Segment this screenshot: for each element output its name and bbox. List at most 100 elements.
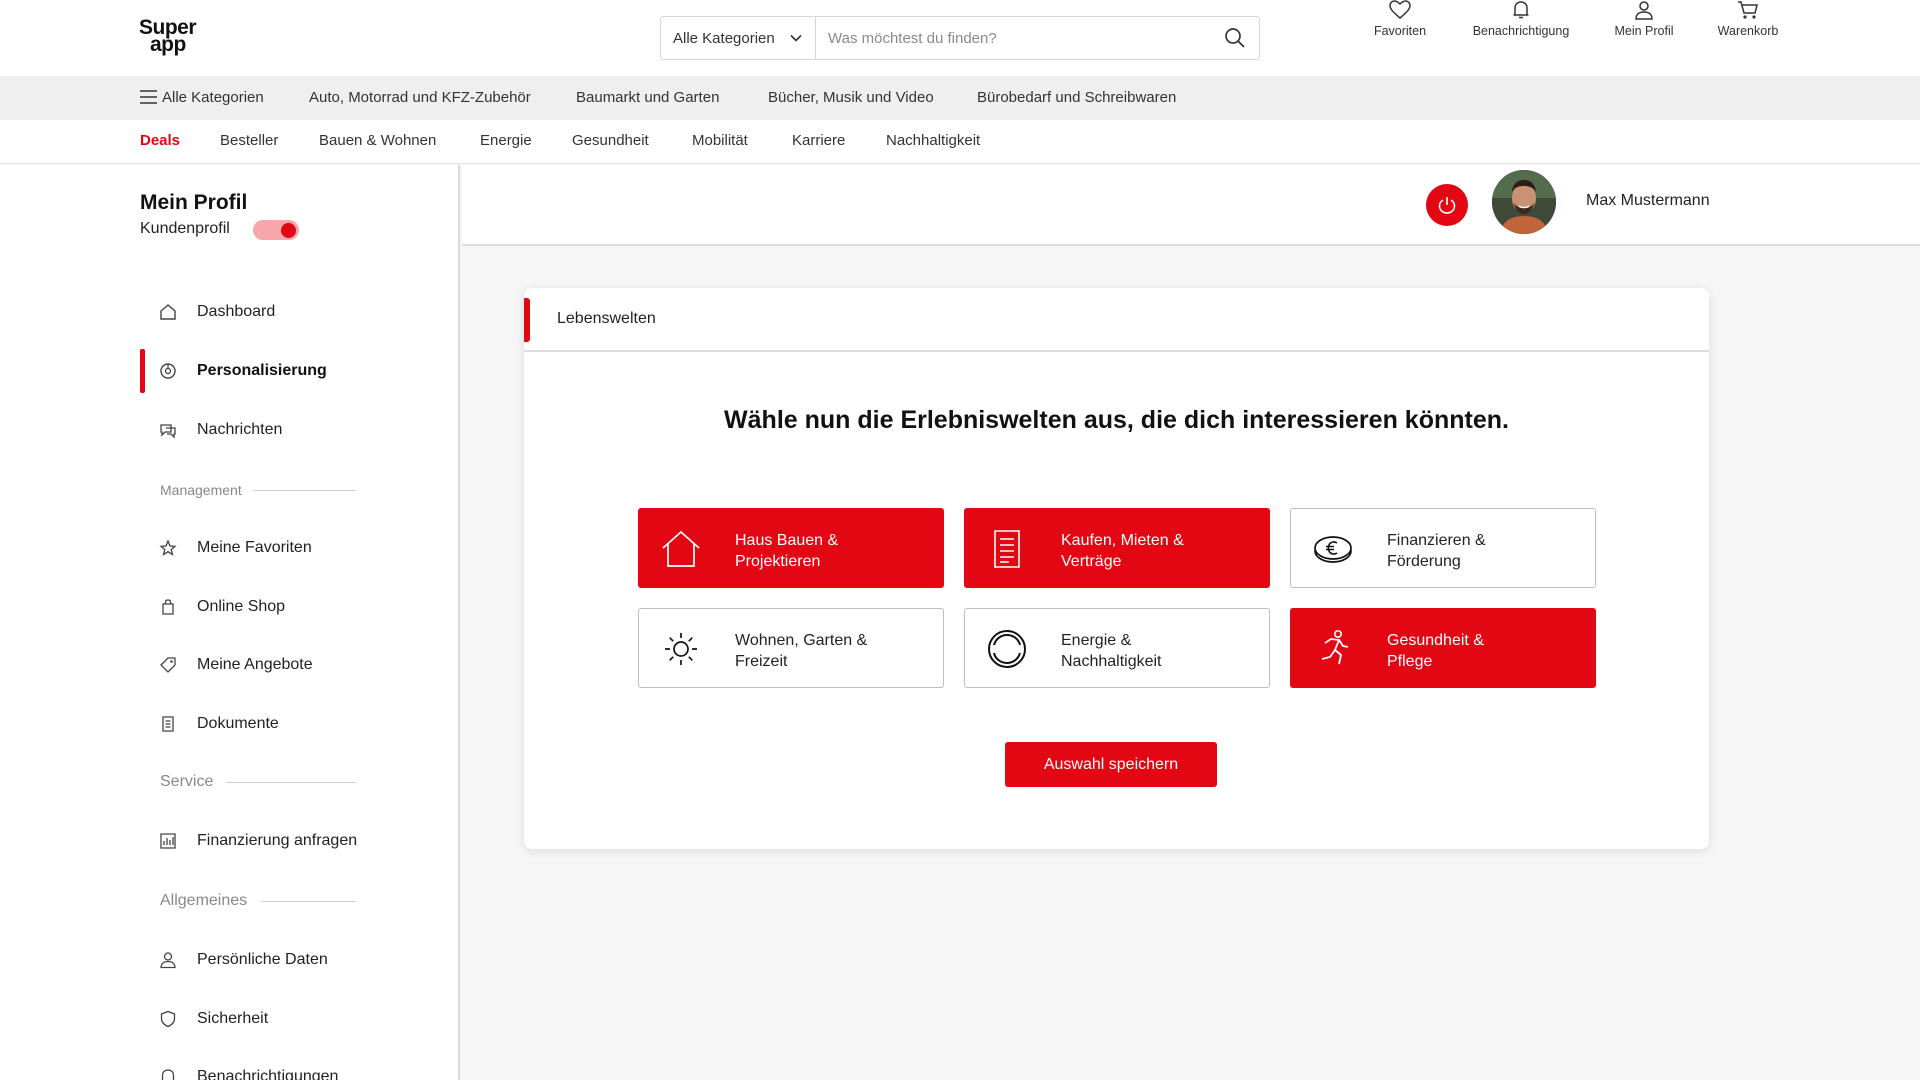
sidebar-title: Mein Profil [140, 191, 248, 214]
hamburger-menu-icon [140, 90, 157, 104]
sidebar-item-meine-angebote[interactable]: Meine Angebote [0, 643, 458, 687]
tile-haus-bauen-projektieren[interactable]: Haus Bauen & Projektieren [638, 508, 944, 588]
all-categories-label: Alle Kategorien [162, 89, 264, 106]
logout-button[interactable] [1426, 184, 1468, 226]
category-bar: Alle Kategorien Auto, Motorrad und KFZ-Z… [0, 76, 1920, 120]
bell-icon [161, 1069, 175, 1080]
sidebar-item-personalisierung[interactable]: Personalisierung [0, 349, 458, 393]
cart-label: Warenkorb [1717, 24, 1779, 38]
tag-icon [160, 657, 176, 673]
contract-icon [994, 530, 1020, 568]
sidebar-item-benachrichtigungen[interactable]: Benachrichtigungen [0, 1055, 458, 1080]
search-input[interactable] [816, 17, 1211, 59]
euro-coin-icon [1314, 536, 1352, 563]
category-link-baumarkt[interactable]: Baumarkt und Garten [576, 89, 719, 106]
tile-label: Finanzieren & Förderung [1387, 532, 1486, 570]
sub-navigation: Deals Besteller Bauen & Wohnen Energie G… [0, 120, 1920, 164]
tile-wohnen-garten-freizeit[interactable]: Wohnen, Garten & Freizeit [638, 608, 944, 688]
tile-finanzieren-foerderung[interactable]: Finanzieren & Förderung [1290, 508, 1596, 588]
messages-icon [160, 424, 176, 439]
sidebar-item-label: Personalisierung [197, 362, 327, 379]
search-icon [1225, 28, 1245, 48]
sidebar-item-online-shop[interactable]: Online Shop [0, 585, 458, 629]
card-headline: Wähle nun die Erlebniswelten aus, die di… [724, 406, 1509, 434]
tile-gesundheit-pflege[interactable]: Gesundheit & Pflege [1290, 608, 1596, 688]
section-label-allgemeines: Allgemeines [160, 892, 248, 909]
lebenswelten-card: Lebenswelten Wähle nun die Erlebniswelte… [524, 288, 1709, 849]
house-icon [662, 530, 700, 567]
personalization-icon [160, 363, 176, 379]
subnav-energie[interactable]: Energie [480, 132, 532, 149]
logo[interactable]: Super app [139, 17, 199, 55]
sidebar-item-finanzierung-anfragen[interactable]: Finanzierung anfragen [0, 819, 458, 863]
sidebar-item-sicherheit[interactable]: Sicherheit [0, 997, 458, 1041]
sidebar-item-label: Persönliche Daten [197, 951, 328, 968]
chart-icon [160, 833, 176, 849]
section-divider [226, 782, 356, 783]
power-icon [1438, 197, 1456, 214]
sidebar-item-label: Nachrichten [197, 421, 283, 438]
runner-icon [1321, 629, 1349, 665]
bell-icon [1513, 1, 1529, 19]
home-icon [160, 304, 176, 320]
tile-label: Wohnen, Garten & Freizeit [735, 632, 868, 670]
user-portrait-image [1492, 170, 1556, 234]
sidebar-subtitle: Kundenprofil [140, 220, 230, 237]
user-icon [1635, 1, 1653, 20]
tile-energie-nachhaltigkeit[interactable]: Energie & Nachhaltigkeit [964, 608, 1270, 688]
main-header: Max Mustermann [462, 165, 1920, 246]
sidebar-item-label: Dokumente [197, 715, 279, 732]
search-category-select[interactable]: Alle Kategorien [661, 17, 816, 59]
customer-profile-toggle[interactable] [253, 220, 299, 240]
star-icon [159, 539, 177, 556]
subnav-nachhaltigkeit[interactable]: Nachhaltigkeit [886, 132, 980, 149]
subnav-besteller[interactable]: Besteller [220, 132, 278, 149]
card-header: Lebenswelten [524, 288, 1709, 352]
sidebar-item-nachrichten[interactable]: Nachrichten [0, 408, 458, 452]
subnav-karriere[interactable]: Karriere [792, 132, 845, 149]
user-icon [160, 952, 176, 969]
top-bar: Super app Alle Kategorien Favoriten Bena… [0, 0, 1920, 76]
notifications-button[interactable]: Benachrichtigung [1466, 0, 1576, 38]
search-bar: Alle Kategorien [660, 16, 1260, 60]
favorites-label: Favoriten [1373, 24, 1427, 38]
tile-label: Gesundheit & Pflege [1387, 632, 1484, 670]
notifications-label: Benachrichtigung [1472, 24, 1570, 38]
chevron-down-icon [790, 34, 802, 42]
subnav-deals[interactable]: Deals [140, 132, 180, 149]
favorites-button[interactable]: Favoriten [1345, 0, 1455, 38]
avatar[interactable] [1492, 170, 1556, 234]
subnav-bauen-wohnen[interactable]: Bauen & Wohnen [319, 132, 436, 149]
cart-button[interactable]: Warenkorb [1693, 0, 1803, 38]
category-link-buerobedarf[interactable]: Bürobedarf und Schreibwaren [977, 89, 1176, 106]
toggle-knob [281, 223, 296, 238]
search-category-label: Alle Kategorien [673, 29, 775, 47]
category-link-buecher[interactable]: Bücher, Musik und Video [768, 89, 934, 106]
document-icon [162, 716, 174, 732]
card-title: Lebenswelten [557, 310, 656, 327]
sidebar-item-meine-favoriten[interactable]: Meine Favoriten [0, 526, 458, 570]
tile-label: Haus Bauen & Projektieren [735, 532, 839, 570]
my-profile-button[interactable]: Mein Profil [1589, 0, 1699, 38]
search-button[interactable] [1211, 17, 1259, 59]
sidebar-item-persoenliche-daten[interactable]: Persönliche Daten [0, 938, 458, 982]
energy-cycle-icon [988, 630, 1026, 668]
sidebar-item-label: Online Shop [197, 598, 286, 615]
tile-kaufen-mieten-vertraege[interactable]: Kaufen, Mieten & Verträge [964, 508, 1270, 588]
save-selection-button[interactable]: Auswahl speichern [1005, 742, 1217, 787]
section-label-service: Service [160, 773, 214, 790]
sidebar-item-label: Benachrichtigungen [197, 1068, 339, 1080]
all-categories-menu[interactable]: Alle Kategorien [140, 89, 264, 106]
section-divider [261, 901, 356, 902]
sidebar-item-dashboard[interactable]: Dashboard [0, 290, 458, 334]
my-profile-label: Mein Profil [1614, 24, 1674, 38]
sidebar-item-label: Sicherheit [197, 1010, 269, 1027]
sidebar: Mein Profil Kundenprofil Dashboard Perso… [0, 165, 460, 1080]
category-link-auto[interactable]: Auto, Motorrad und KFZ-Zubehör [309, 89, 531, 106]
subnav-mobilitaet[interactable]: Mobilität [692, 132, 748, 149]
subnav-gesundheit[interactable]: Gesundheit [572, 132, 649, 149]
sidebar-item-dokumente[interactable]: Dokumente [0, 702, 458, 746]
heart-icon [1389, 0, 1411, 19]
user-name: Max Mustermann [1586, 192, 1710, 209]
sun-icon [665, 633, 697, 665]
